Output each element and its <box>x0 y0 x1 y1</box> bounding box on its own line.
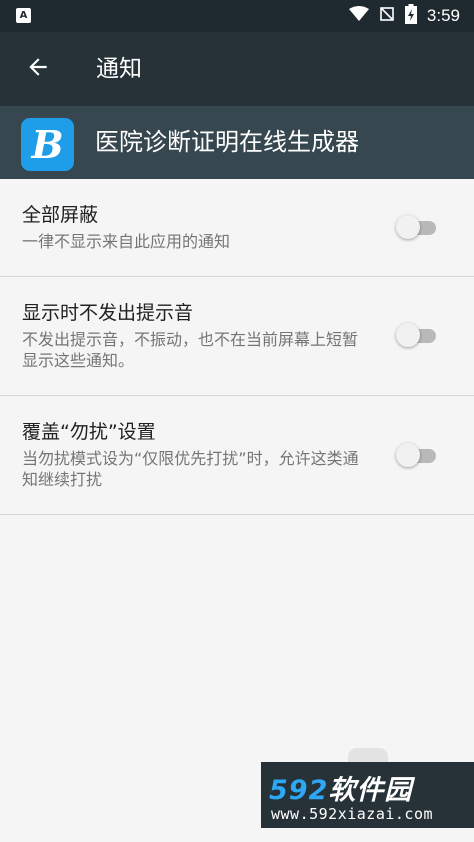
app-icon: B <box>21 118 74 171</box>
setting-text: 全部屏蔽 一律不显示来自此应用的通知 <box>22 203 372 252</box>
toggle-thumb <box>396 443 420 467</box>
setting-summary: 不发出提示音，不振动，也不在当前屏幕上短暂显示这些通知。 <box>22 330 359 370</box>
app-header: B 医院诊断证明在线生成器 <box>0 106 474 179</box>
settings-list: 全部屏蔽 一律不显示来自此应用的通知 显示时不发出提示音 不发出提示音，不振动，… <box>0 179 474 515</box>
watermark-brand: 软件园 <box>328 775 413 806</box>
override-dnd-toggle[interactable] <box>396 443 438 467</box>
setting-override-dnd[interactable]: 覆盖“勿扰”设置 当勿扰模式设为“仅限优先打扰”时，允许这类通知继续打扰 <box>0 396 474 515</box>
setting-title: 显示时不发出提示音 <box>22 302 194 324</box>
setting-silent[interactable]: 显示时不发出提示音 不发出提示音，不振动，也不在当前屏幕上短暂显示这些通知。 <box>0 277 474 396</box>
battery-charging-icon <box>404 4 417 28</box>
status-time: 3:59 <box>426 6 460 25</box>
setting-text: 覆盖“勿扰”设置 当勿扰模式设为“仅限优先打扰”时，允许这类通知继续打扰 <box>22 420 372 490</box>
app-icon-letter: B <box>31 121 64 167</box>
toggle-thumb <box>396 323 420 347</box>
back-button[interactable] <box>14 45 62 93</box>
setting-title: 全部屏蔽 <box>22 204 99 226</box>
app-name: 医院诊断证明在线生成器 <box>95 128 359 156</box>
status-icons: 3:59 <box>348 0 460 32</box>
toolbar: 通知 <box>0 32 474 106</box>
page-title: 通知 <box>96 56 142 82</box>
setting-block-all[interactable]: 全部屏蔽 一律不显示来自此应用的通知 <box>0 179 474 277</box>
watermark: 592软件园 www.592xiazai.com <box>261 762 474 828</box>
silent-toggle[interactable] <box>396 323 438 347</box>
status-bar: A 3:59 <box>0 0 474 32</box>
arrow-left-icon <box>25 54 51 84</box>
wifi-icon <box>348 6 369 26</box>
watermark-logo: 592软件园 <box>269 768 412 807</box>
setting-summary: 一律不显示来自此应用的通知 <box>22 232 231 251</box>
toggle-thumb <box>396 215 420 239</box>
watermark-number: 592 <box>269 775 329 806</box>
setting-title: 覆盖“勿扰”设置 <box>22 421 156 443</box>
watermark-url: www.592xiazai.com <box>271 805 434 823</box>
block-all-toggle[interactable] <box>396 215 438 239</box>
setting-text: 显示时不发出提示音 不发出提示音，不振动，也不在当前屏幕上短暂显示这些通知。 <box>22 301 372 371</box>
no-signal-icon <box>379 6 395 26</box>
app-notification-icon: A <box>16 8 31 23</box>
setting-summary: 当勿扰模式设为“仅限优先打扰”时，允许这类通知继续打扰 <box>22 449 359 489</box>
